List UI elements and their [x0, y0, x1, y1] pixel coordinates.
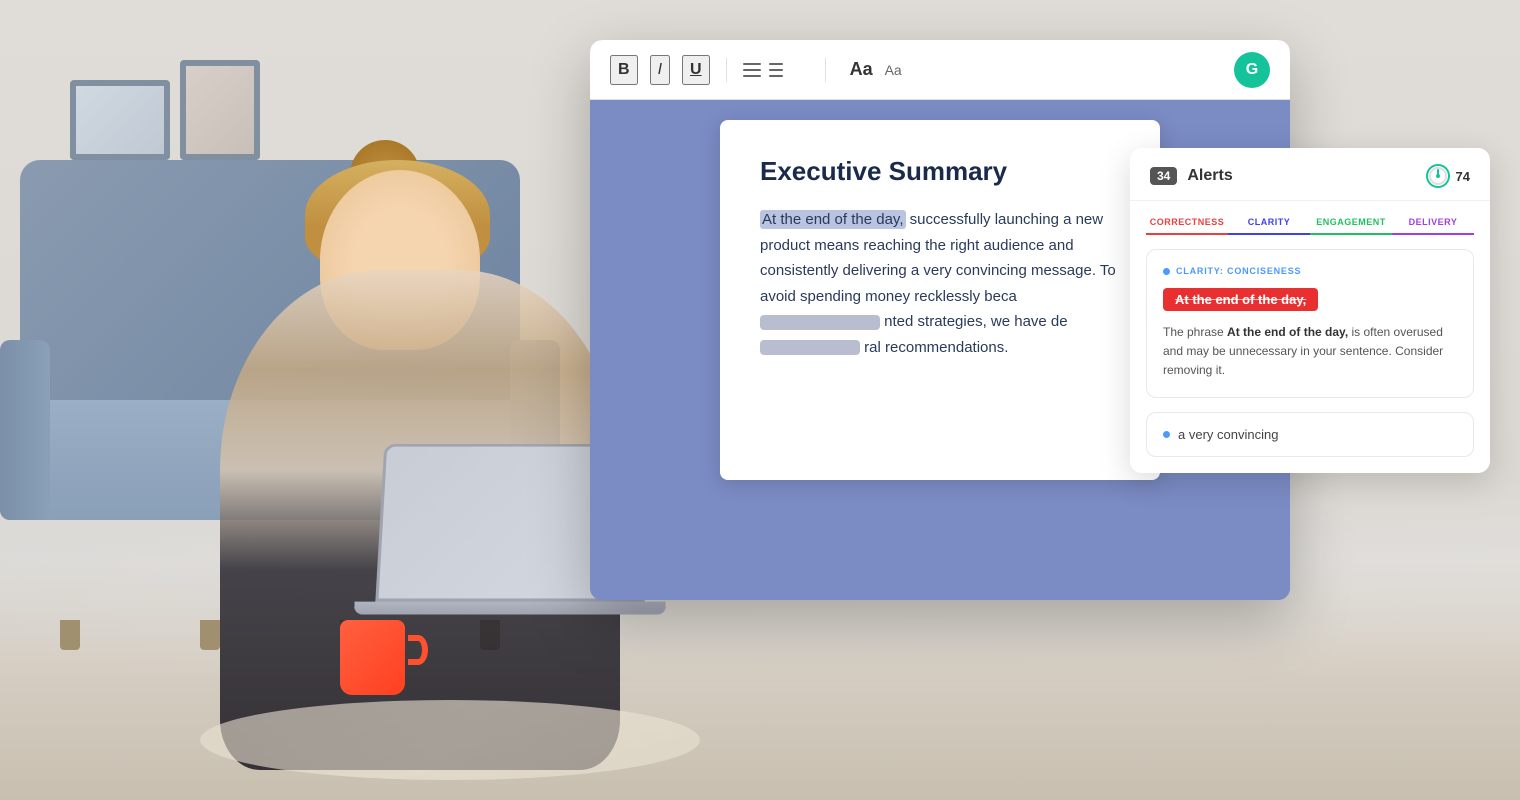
- mug-body: [340, 620, 405, 695]
- suggestion-card-1[interactable]: CLARITY: CONCISENESS At the end of the d…: [1146, 249, 1474, 398]
- dot-icon-2: [1163, 431, 1170, 438]
- suggestion-card-2[interactable]: a very convincing: [1146, 412, 1474, 457]
- obscured-text-1: [760, 315, 880, 330]
- align-right-button[interactable]: [791, 63, 809, 77]
- tab-clarity[interactable]: CLARITY: [1228, 211, 1310, 235]
- mug: [340, 620, 410, 700]
- category-tabs: CORRECTNESS CLARITY ENGAGEMENT DELIVERY: [1130, 201, 1490, 235]
- editor-toolbar: B I U Aa Aa G: [590, 40, 1290, 100]
- font-size-small: Aa: [885, 62, 902, 78]
- tab-delivery[interactable]: DELIVERY: [1392, 211, 1474, 235]
- alerts-title: Alerts: [1187, 167, 1415, 185]
- alignment-buttons: [743, 63, 809, 77]
- font-size-large: Aa: [850, 59, 873, 80]
- highlighted-error-phrase: At the end of the day,: [1163, 288, 1318, 311]
- score-gauge-icon: [1428, 166, 1448, 186]
- alerts-badge: 34: [1150, 167, 1177, 185]
- alerts-header: 34 Alerts 74: [1130, 148, 1490, 201]
- grammarly-logo[interactable]: G: [1234, 52, 1270, 88]
- align-center-button[interactable]: [767, 63, 785, 77]
- obscured-text-2: [760, 340, 860, 355]
- score-container: 74: [1426, 164, 1470, 188]
- toolbar-divider-2: [825, 58, 826, 82]
- laptop-base: [354, 602, 666, 615]
- mug-handle: [408, 635, 428, 665]
- document-title: Executive Summary: [760, 156, 1120, 187]
- italic-button[interactable]: I: [650, 55, 670, 85]
- wall-frame-2: [180, 60, 260, 160]
- suggestion-2-text: a very convincing: [1178, 427, 1278, 442]
- underline-button[interactable]: U: [682, 55, 710, 85]
- score-circle: [1426, 164, 1450, 188]
- dot-icon-1: [1163, 268, 1170, 275]
- editor-document[interactable]: Executive Summary At the end of the day,…: [720, 120, 1160, 480]
- suggestion-description: The phrase At the end of the day, is oft…: [1163, 323, 1457, 381]
- toolbar-divider-1: [726, 58, 727, 82]
- sofa-leg: [200, 620, 220, 650]
- align-left-button[interactable]: [743, 63, 761, 77]
- highlighted-phrase: At the end of the day,: [760, 210, 906, 229]
- tab-correctness[interactable]: CORRECTNESS: [1146, 211, 1228, 235]
- bold-button[interactable]: B: [610, 55, 638, 85]
- score-number: 74: [1456, 169, 1470, 184]
- rug: [200, 700, 700, 780]
- alerts-panel: 34 Alerts 74 CORRECTNESS CLARITY ENGAGEM…: [1130, 148, 1490, 473]
- tab-engagement[interactable]: ENGAGEMENT: [1310, 211, 1392, 235]
- document-body: At the end of the day, successfully laun…: [760, 207, 1120, 360]
- sofa-arm-left: [0, 340, 50, 520]
- sofa-leg: [60, 620, 80, 650]
- wall-frame-1: [70, 80, 170, 160]
- suggestion-label-1: CLARITY: CONCISENESS: [1163, 266, 1457, 276]
